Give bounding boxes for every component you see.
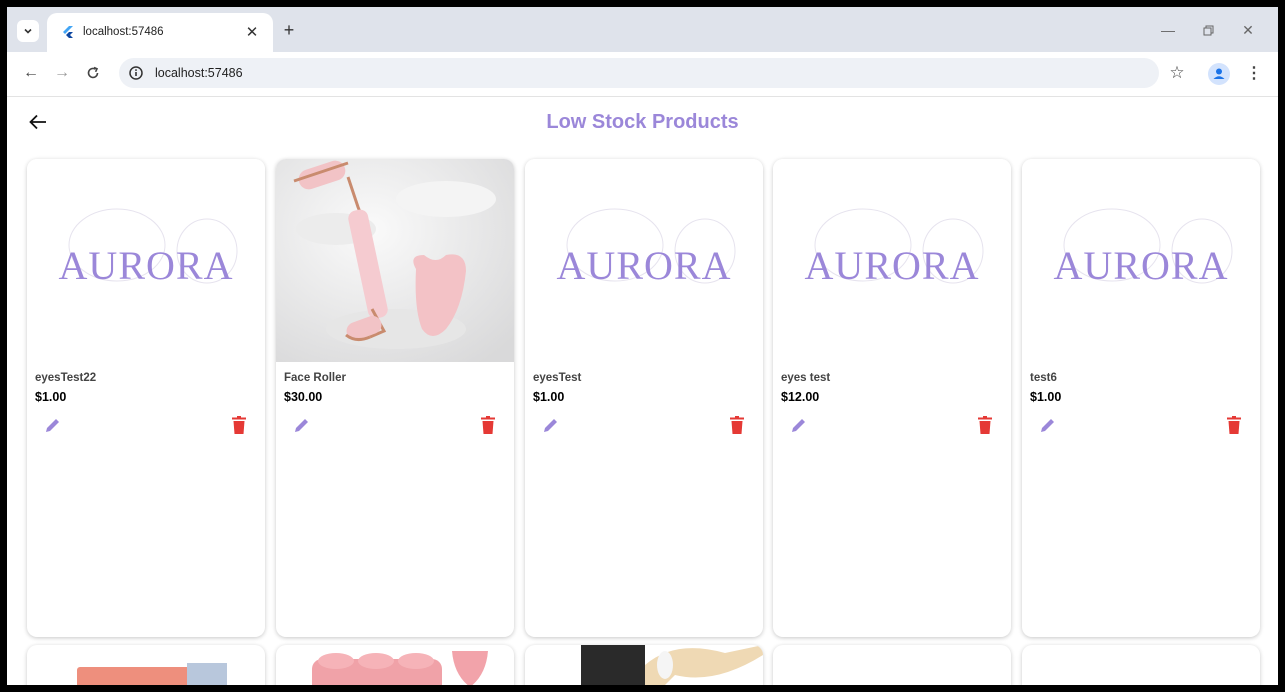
trash-icon <box>232 416 246 434</box>
browser-tab[interactable]: localhost:57486 ✕ <box>47 13 273 52</box>
browser-window: localhost:57486 ✕ + — ✕ ← → localhost:57… <box>7 7 1278 685</box>
product-name: Face Roller <box>284 372 346 384</box>
close-window-icon[interactable]: ✕ <box>1239 21 1257 39</box>
flutter-icon <box>63 26 73 38</box>
info-icon[interactable] <box>128 65 144 81</box>
trash-icon <box>978 416 992 434</box>
address-bar[interactable]: localhost:57486 <box>119 58 1159 88</box>
profile-avatar-icon[interactable] <box>1208 63 1230 85</box>
product-price: $1.00 <box>1030 390 1062 404</box>
product-card[interactable] <box>773 645 1011 685</box>
more-menu-icon[interactable]: ⋮ <box>1246 63 1262 83</box>
product-price: $1.00 <box>35 390 67 404</box>
product-image <box>581 645 763 685</box>
delete-button[interactable] <box>725 413 749 437</box>
delete-button[interactable] <box>1222 413 1246 437</box>
pencil-icon <box>295 419 308 432</box>
edit-button[interactable] <box>1036 413 1060 437</box>
app-content: Low Stock Products AURORA eyesTest22 $1.… <box>7 97 1278 685</box>
product-price: $1.00 <box>533 390 565 404</box>
product-card[interactable]: AURORA test6 $1.00 <box>1022 159 1260 637</box>
product-name: eyes test <box>781 372 831 384</box>
product-price: $30.00 <box>284 390 323 404</box>
aurora-logo: AURORA <box>1054 243 1229 288</box>
new-tab-button[interactable]: + <box>279 20 299 40</box>
close-tab-icon[interactable]: ✕ <box>243 23 261 41</box>
chevron-down-icon <box>24 28 32 34</box>
edit-button[interactable] <box>539 413 563 437</box>
pencil-icon <box>1041 419 1054 432</box>
aurora-logo: AURORA <box>805 243 980 288</box>
product-image <box>276 159 514 362</box>
bookmark-star-icon[interactable]: ☆ <box>1167 63 1187 83</box>
page-title: Low Stock Products <box>546 111 739 133</box>
product-name: eyesTest22 <box>35 372 97 384</box>
delete-button[interactable] <box>973 413 997 437</box>
product-name: test6 <box>1030 372 1057 384</box>
product-card[interactable] <box>525 645 763 685</box>
tab-search-button[interactable] <box>17 20 39 42</box>
pencil-icon <box>544 419 557 432</box>
trash-icon <box>730 416 744 434</box>
edit-button[interactable] <box>787 413 811 437</box>
product-card[interactable] <box>27 645 265 685</box>
back-nav-icon[interactable]: ← <box>21 63 41 83</box>
product-image <box>312 651 488 685</box>
product-image: AURORA <box>1022 159 1260 362</box>
delete-button[interactable] <box>227 413 251 437</box>
aurora-logo: AURORA <box>59 243 234 288</box>
product-image <box>77 663 227 685</box>
delete-button[interactable] <box>476 413 500 437</box>
product-card[interactable] <box>276 645 514 685</box>
product-image: AURORA <box>525 159 763 362</box>
tab-title: localhost:57486 <box>83 26 164 38</box>
restore-icon[interactable] <box>1199 21 1217 39</box>
product-card[interactable]: Face Roller $30.00 <box>276 159 514 637</box>
forward-nav-icon[interactable]: → <box>52 63 72 83</box>
minimize-icon[interactable]: — <box>1159 21 1177 39</box>
browser-toolbar: ← → localhost:57486 ☆ ⋮ <box>7 52 1278 97</box>
product-card[interactable] <box>1022 645 1260 685</box>
product-image: AURORA <box>27 159 265 362</box>
product-image: AURORA <box>773 159 1011 362</box>
product-card[interactable]: AURORA eyesTest22 $1.00 <box>27 159 265 637</box>
product-name: eyesTest <box>533 372 582 384</box>
pencil-icon <box>792 419 805 432</box>
aurora-logo: AURORA <box>557 243 732 288</box>
product-card[interactable]: AURORA eyes test $12.00 <box>773 159 1011 637</box>
reload-icon[interactable] <box>83 63 103 83</box>
edit-button[interactable] <box>290 413 314 437</box>
tab-strip: localhost:57486 ✕ + — ✕ <box>7 7 1278 52</box>
product-card[interactable]: AURORA eyesTest $1.00 <box>525 159 763 637</box>
url-text: localhost:57486 <box>155 66 243 80</box>
trash-icon <box>481 416 495 434</box>
trash-icon <box>1227 416 1241 434</box>
product-price: $12.00 <box>781 390 820 404</box>
pencil-icon <box>46 419 59 432</box>
edit-button[interactable] <box>41 413 65 437</box>
